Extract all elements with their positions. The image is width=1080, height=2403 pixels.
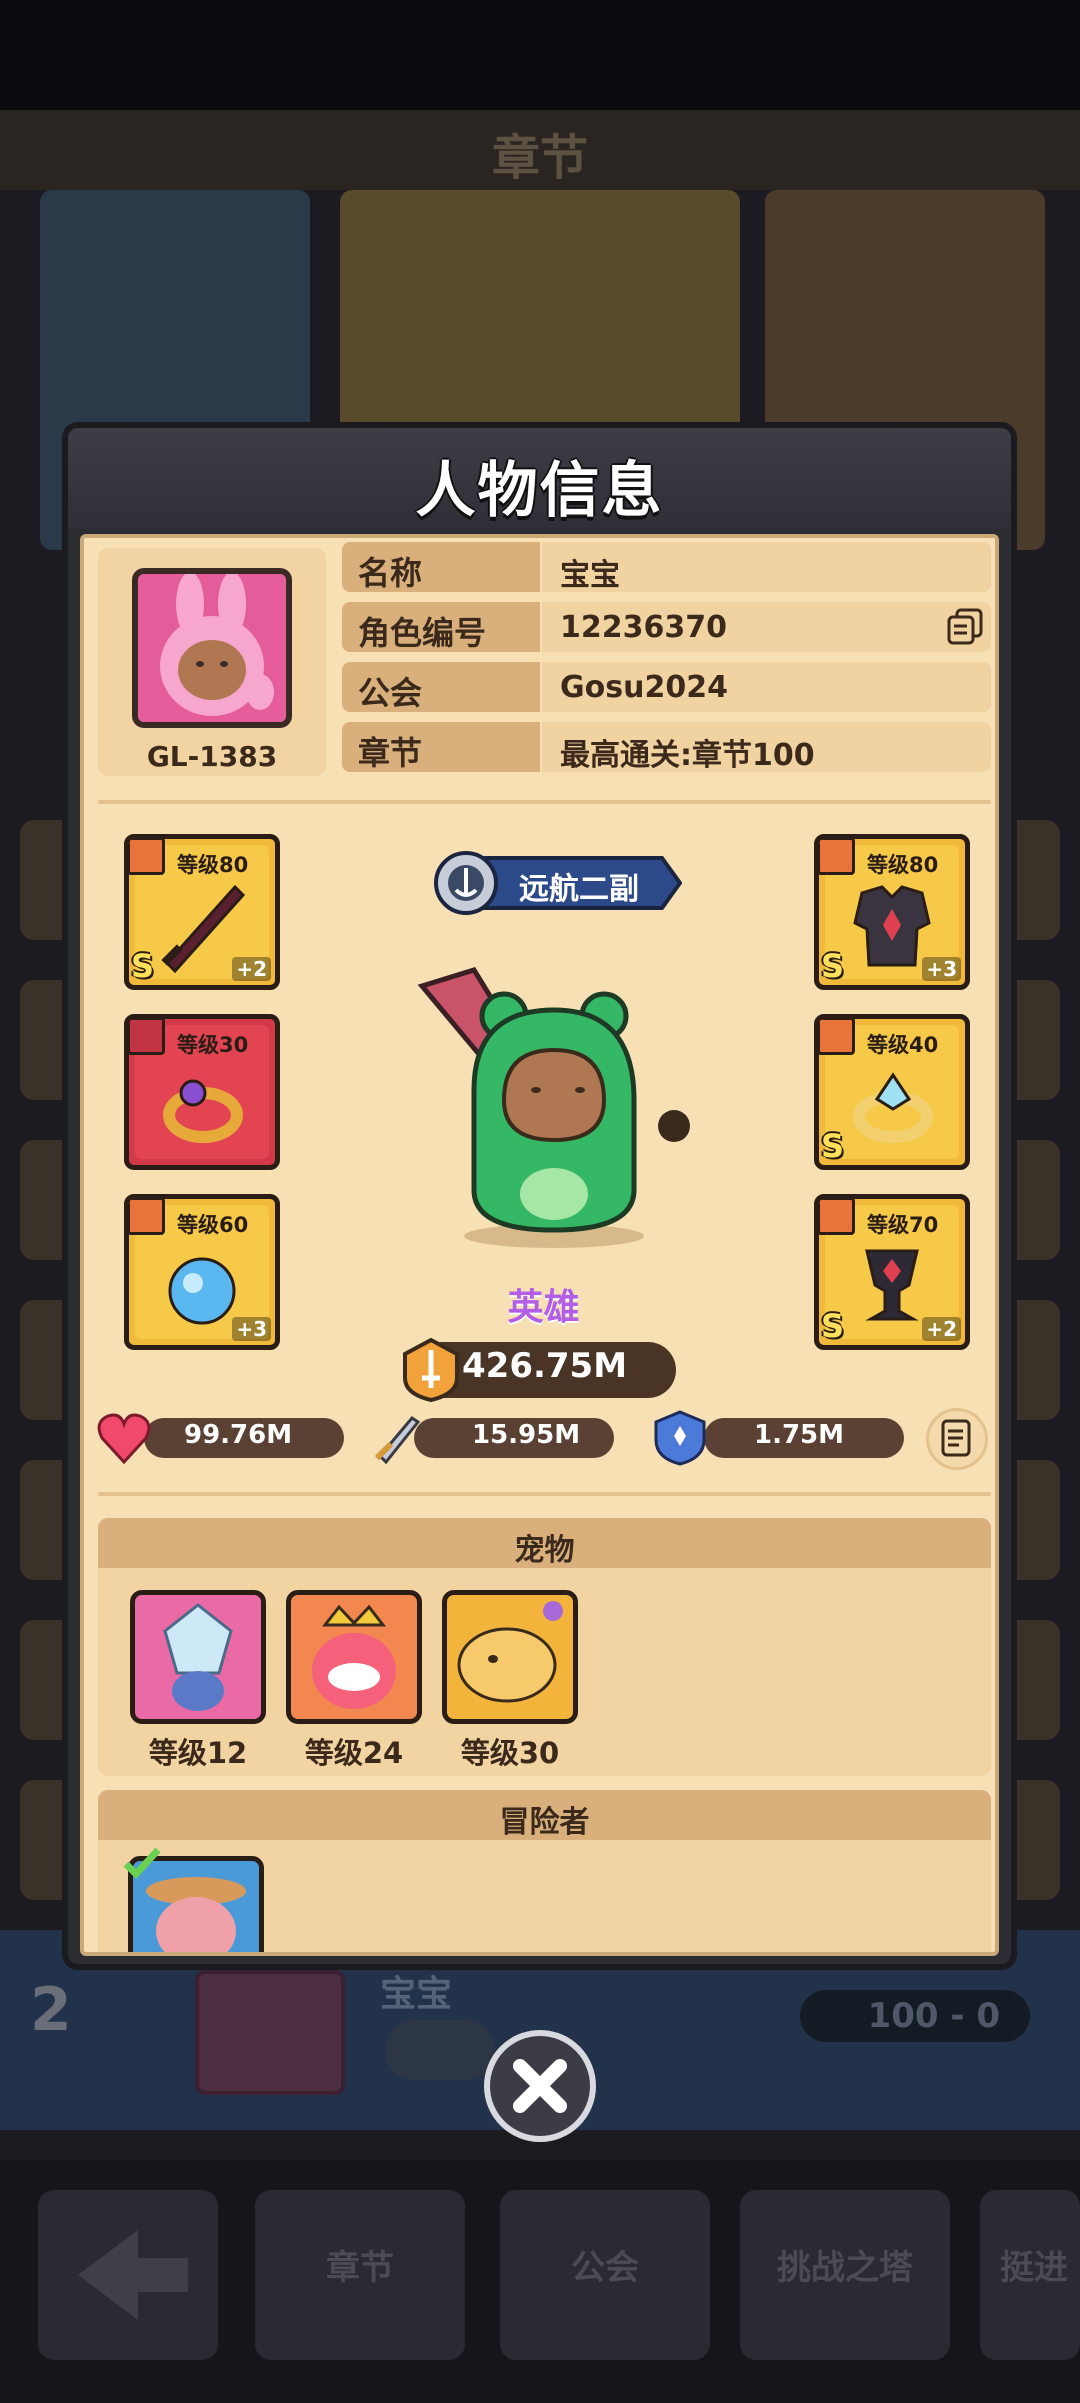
- info-label: 角色编号: [342, 602, 540, 652]
- pet-level: 等级30: [460, 1736, 560, 1770]
- stats-detail-button[interactable]: [926, 1408, 988, 1470]
- info-row-name: 名称 宝宝: [342, 542, 991, 593]
- power-value: 426.75M: [462, 1346, 628, 1386]
- pet-slot[interactable]: [286, 1590, 422, 1724]
- dialog-title: 人物信息: [415, 456, 664, 526]
- equip-level: 等级80: [177, 853, 249, 877]
- necklace-slot-icon: [819, 1199, 855, 1235]
- title-badge-label: 远航二副: [519, 872, 639, 907]
- necklace-slot-icon: [129, 1199, 165, 1235]
- ring-slot-icon: [819, 1019, 855, 1055]
- bg-player-avatar: [195, 1970, 345, 2095]
- equip-rank: S: [821, 947, 845, 985]
- character-info-dialog: 人物信息 GL-1383 名称 宝宝 角色编号 12236370 公会 Gosu…: [62, 422, 1017, 1970]
- bg-back-button: [38, 2190, 218, 2360]
- pets-section-title: 宠物: [98, 1518, 991, 1568]
- equip-armor[interactable]: 等级80 S +3: [814, 834, 970, 990]
- equip-ring[interactable]: 等级30: [124, 1014, 280, 1170]
- character-id-value: 12236370: [560, 610, 727, 645]
- hero-character-icon: [417, 967, 690, 1248]
- equip-weapon[interactable]: 等级80 S +2: [124, 834, 280, 990]
- hero-name: 英雄: [507, 1287, 580, 1328]
- pet-slot[interactable]: [130, 1590, 266, 1724]
- status-bar-area: [0, 0, 1080, 110]
- info-value: 12236370: [542, 602, 991, 652]
- crystal-pet-icon: [163, 1603, 233, 1711]
- sword-attack-icon: [374, 1416, 421, 1465]
- pet-level: 等级12: [148, 1736, 248, 1770]
- equip-rank: S: [821, 1127, 845, 1165]
- bg-rank-number: 2: [30, 1975, 72, 2045]
- dialog-header: 人物信息: [68, 428, 1011, 528]
- bg-nav-tower-label: 挑战之塔: [777, 2248, 913, 2288]
- info-label: 名称: [342, 542, 540, 592]
- equip-plus: +2: [232, 957, 271, 981]
- info-row-id: 角色编号 12236370: [342, 602, 991, 652]
- equip-level: 等级40: [867, 1033, 939, 1057]
- avatar[interactable]: [132, 568, 292, 728]
- ring-icon: [163, 1079, 243, 1143]
- pet-slot[interactable]: [442, 1590, 578, 1724]
- pets-section: 宠物 等级12 等级24 等级30: [98, 1518, 991, 1776]
- back-arrow-icon: [78, 2230, 188, 2320]
- heart-icon: [97, 1413, 151, 1465]
- title-badge[interactable]: 远航二副: [424, 850, 683, 916]
- equip-level: 等级60: [177, 1213, 249, 1237]
- pet-level: 等级24: [304, 1736, 404, 1770]
- info-value: 最高通关:章节100: [542, 722, 991, 773]
- defense-value: 1.75M: [754, 1420, 845, 1450]
- shield-defense-icon: [654, 1410, 706, 1466]
- info-value: 宝宝: [542, 542, 991, 593]
- sword-slot-icon: [129, 839, 165, 875]
- bg-nav-advance-label: 挺进: [1000, 2248, 1068, 2288]
- beast-pet-icon: [457, 1601, 563, 1703]
- info-value: Gosu2024: [542, 662, 991, 712]
- king-pet-icon: [312, 1604, 396, 1709]
- equip-level: 等级80: [867, 853, 939, 877]
- adventurer-section: 冒险者: [98, 1790, 991, 1952]
- equip-level: 等级30: [177, 1033, 249, 1057]
- armor-slot-icon: [819, 839, 855, 875]
- hp-value: 99.76M: [184, 1420, 293, 1450]
- close-button[interactable]: [484, 2030, 596, 2142]
- adventurer-section-title: 冒险者: [98, 1790, 991, 1840]
- power-shield-icon: [403, 1338, 459, 1402]
- divider: [98, 1492, 991, 1496]
- bg-score: 100 - 0: [800, 1990, 1030, 2042]
- dialog-body[interactable]: GL-1383 名称 宝宝 角色编号 12236370 公会 Gosu2024: [80, 534, 999, 1956]
- avatar-box: GL-1383: [98, 548, 326, 776]
- bg-title-badge: [385, 2020, 495, 2080]
- attack-value: 15.95M: [472, 1420, 581, 1450]
- equip-plus: +3: [922, 957, 961, 981]
- bg-player-name: 宝宝: [380, 1974, 453, 2015]
- avatar-id: GL-1383: [146, 740, 278, 773]
- bg-title: 章节: [491, 130, 588, 186]
- ring-slot-icon: [129, 1019, 165, 1055]
- crystal-ring-icon: [853, 1072, 933, 1143]
- info-label: 章节: [342, 722, 540, 772]
- document-list-icon: [941, 1419, 971, 1457]
- info-row-chapter: 章节 最高通关:章节100: [342, 722, 991, 773]
- close-icon: [513, 2059, 567, 2113]
- info-row-guild: 公会 Gosu2024: [342, 662, 991, 712]
- equip-ring[interactable]: 等级40 S: [814, 1014, 970, 1170]
- bunny-capybara-avatar-icon: [138, 574, 286, 722]
- bg-nav-guild-label: 公会: [571, 2248, 639, 2288]
- info-label: 公会: [342, 662, 540, 712]
- divider: [98, 800, 991, 804]
- bg-nav-chapter-label: 章节: [326, 2248, 394, 2288]
- equip-rank: S: [131, 947, 155, 985]
- copy-icon[interactable]: [945, 608, 985, 646]
- checkmark-icon: [123, 1847, 161, 1880]
- equip-level: 等级70: [867, 1213, 939, 1237]
